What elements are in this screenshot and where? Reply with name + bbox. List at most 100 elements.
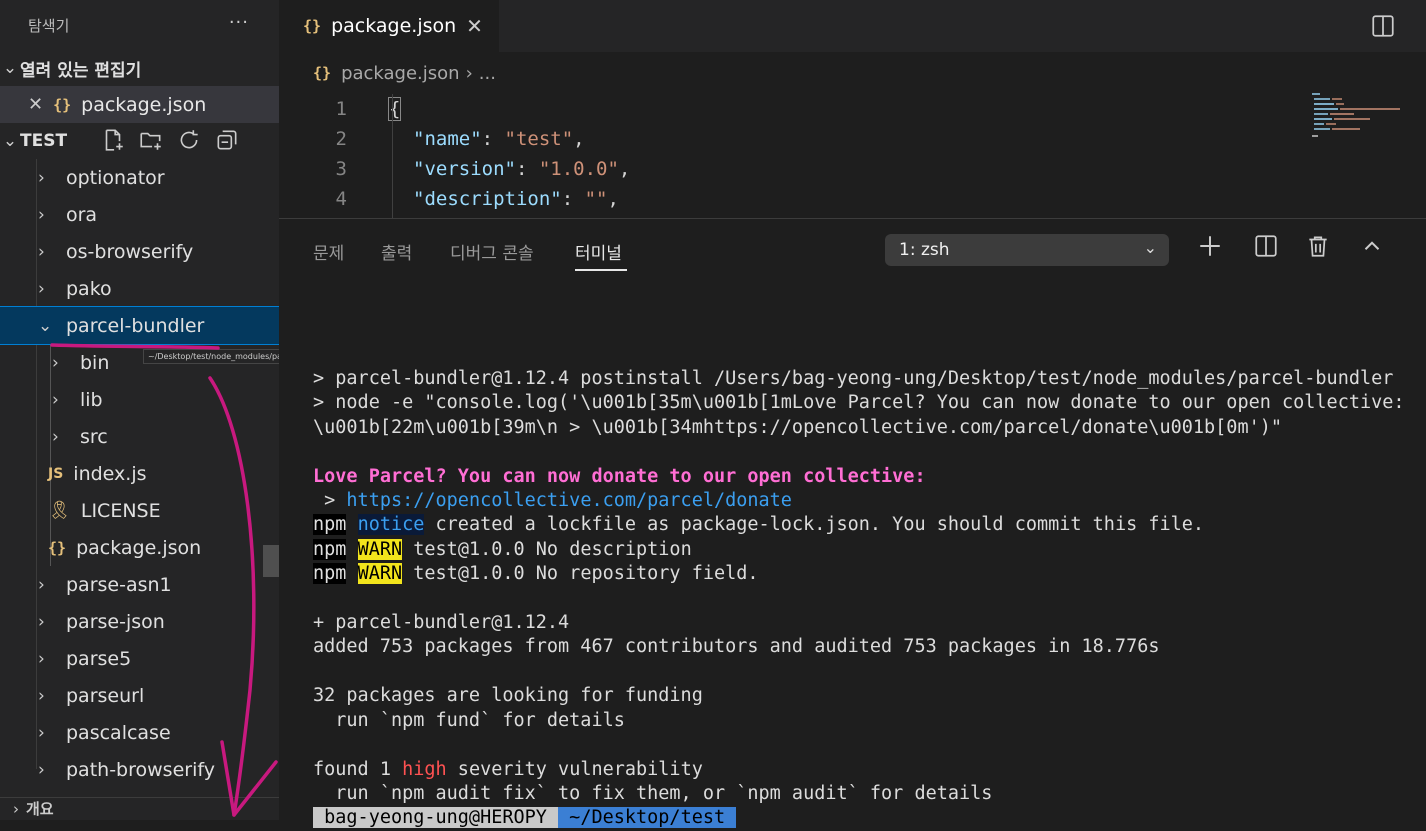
new-terminal-icon[interactable] — [1197, 233, 1223, 259]
tab-package-json[interactable]: {} package.json ✕ — [279, 0, 499, 52]
editor-tabbar: {} package.json ✕ — [279, 0, 1426, 52]
tree-item-file[interactable]: 🎗 LICENSE — [0, 492, 279, 529]
tree-item-label: ora — [66, 203, 98, 226]
terminal-text: found 1 — [313, 758, 403, 780]
tree-item-label: os-browserify — [66, 240, 194, 263]
line-number: 3 — [335, 158, 347, 180]
line-number: 1 — [335, 98, 347, 120]
tree-item-folder[interactable]: › parse5 — [0, 640, 279, 677]
severity-high: high — [402, 758, 447, 780]
npm-tag: npm — [313, 538, 347, 560]
donate-link[interactable]: https://opencollective.com/parcel/donate — [346, 490, 792, 511]
tree-item-folder[interactable]: › path-browserify — [0, 751, 279, 788]
close-icon[interactable]: ✕ — [28, 94, 43, 115]
tab-debug-console[interactable]: 디버그 콘솔 — [450, 239, 534, 264]
json-value: "1.0.0" — [538, 158, 619, 180]
breadcrumb-rest[interactable]: ... — [479, 63, 496, 84]
collapse-all-icon[interactable] — [214, 127, 240, 153]
folder-section-header[interactable]: ⌄ TEST — [0, 123, 279, 159]
chevron-down-icon: ⌄ — [2, 131, 18, 151]
line-number: 4 — [335, 188, 347, 210]
chevron-right-icon: › — [38, 685, 45, 706]
json-value: "test" — [504, 128, 574, 150]
chevron-right-icon: › — [52, 389, 59, 410]
terminal-text: created a lockfile as package-lock.json.… — [424, 514, 1205, 536]
active-tab-indicator — [575, 269, 627, 271]
chevron-right-icon: › — [38, 722, 45, 743]
json-file-icon: {} — [53, 95, 72, 114]
open-editor-item[interactable]: ✕ {} package.json — [0, 86, 279, 123]
chevron-right-icon: › — [38, 611, 45, 632]
tree-item-file[interactable]: {} package.json — [0, 529, 279, 566]
terminal-text: test@1.0.0 No repository field. — [402, 563, 759, 585]
close-icon[interactable]: ✕ — [466, 14, 483, 38]
prompt-user: bag-yeong-ung@HEROPY — [313, 807, 559, 829]
terminal-select[interactable]: 1: zsh ⌄ — [885, 234, 1169, 266]
explorer-header: 탐색기 ··· — [0, 0, 279, 50]
chevron-right-icon: › — [38, 167, 45, 188]
outline-section-header[interactable]: › 개요 — [0, 797, 279, 820]
terminal-line: 32 packages are looking for funding — [313, 685, 703, 707]
tree-item-folder[interactable]: › src — [0, 418, 279, 455]
split-terminal-icon[interactable] — [1253, 233, 1279, 259]
new-file-icon[interactable] — [100, 127, 126, 153]
tree-item-folder[interactable]: › lib — [0, 381, 279, 418]
tree-item-folder[interactable]: › os-browserify — [0, 233, 279, 270]
code-text: { — [387, 97, 402, 121]
tree-item-file[interactable]: JS index.js — [0, 455, 279, 492]
chevron-up-icon[interactable] — [1359, 233, 1385, 259]
minimap[interactable] — [1310, 92, 1402, 142]
terminal-output[interactable]: > parcel-bundler@1.12.4 postinstall /Use… — [313, 367, 1405, 831]
explorer-title: 탐색기 — [28, 16, 70, 35]
json-key: "version" — [413, 158, 516, 180]
tree-item-label: parse-asn1 — [66, 573, 172, 596]
outline-label: 개요 — [26, 800, 54, 818]
terminal-text: test@1.0.0 No description — [402, 538, 692, 560]
tab-terminal[interactable]: 터미널 — [575, 239, 622, 264]
tab-label: package.json — [331, 15, 457, 37]
terminal-line: \u001b[22m\u001b[39m\n > \u001b[34mhttps… — [313, 416, 1283, 438]
trash-icon[interactable] — [1305, 233, 1331, 259]
tree-item-label: parse5 — [66, 647, 132, 670]
tab-output[interactable]: 출력 — [381, 239, 412, 264]
tree-item-folder[interactable]: › optionator — [0, 159, 279, 196]
json-value: "" — [584, 188, 608, 210]
code-line: 4 "description": "", — [279, 184, 1426, 214]
terminal-cursor — [736, 807, 747, 828]
tab-problems[interactable]: 문제 — [313, 239, 344, 264]
npm-tag: npm — [313, 514, 347, 536]
warn-badge: WARN — [357, 563, 403, 585]
chevron-right-icon: › — [38, 278, 45, 299]
terminal-prompt: bag-yeong-ung@HEROPY ~/Desktop/test — [313, 806, 1405, 830]
terminal-text: > — [313, 490, 347, 512]
tree-item-folder-selected[interactable]: ⌄ parcel-bundler — [0, 306, 279, 345]
terminal-select-value: 1: zsh — [899, 240, 950, 260]
refresh-icon[interactable] — [176, 127, 202, 153]
sidebar-scrollbar[interactable] — [263, 545, 279, 577]
more-actions-icon[interactable]: ··· — [229, 12, 249, 33]
terminal-text: severity vulnerability — [446, 758, 703, 780]
line-number: 2 — [335, 128, 347, 150]
tree-item-folder[interactable]: › pako — [0, 270, 279, 307]
tree-item-folder[interactable]: › parseurl — [0, 677, 279, 714]
tree-item-folder[interactable]: › parse-asn1 — [0, 566, 279, 603]
tree-item-label: optionator — [66, 166, 165, 189]
new-folder-icon[interactable] — [138, 127, 164, 153]
terminal-line: npm WARN test@1.0.0 No description — [313, 538, 1405, 562]
chevron-down-icon: ⌄ — [38, 315, 53, 336]
tree-item-folder[interactable]: › parse-json — [0, 603, 279, 640]
chevron-right-icon: › — [38, 759, 45, 780]
chevron-right-icon: › — [52, 352, 59, 373]
open-editors-section-header[interactable]: ⌄ 열려 있는 편집기 — [0, 50, 279, 86]
terminal-line: run `npm fund` for details — [313, 709, 625, 731]
folder-actions — [100, 127, 240, 153]
json-file-icon: {} — [303, 17, 322, 35]
tree-item-folder[interactable]: › ora — [0, 196, 279, 233]
breadcrumb-separator: › — [465, 62, 473, 84]
chevron-right-icon: › — [38, 204, 45, 225]
split-editor-icon[interactable] — [1370, 13, 1396, 39]
breadcrumb-file[interactable]: package.json — [341, 63, 460, 84]
license-file-icon: 🎗 — [48, 500, 71, 521]
code-view[interactable]: 1{ 2 "name": "test", 3 "version": "1.0.0",… — [279, 94, 1426, 218]
tree-item-folder[interactable]: › pascalcase — [0, 714, 279, 751]
